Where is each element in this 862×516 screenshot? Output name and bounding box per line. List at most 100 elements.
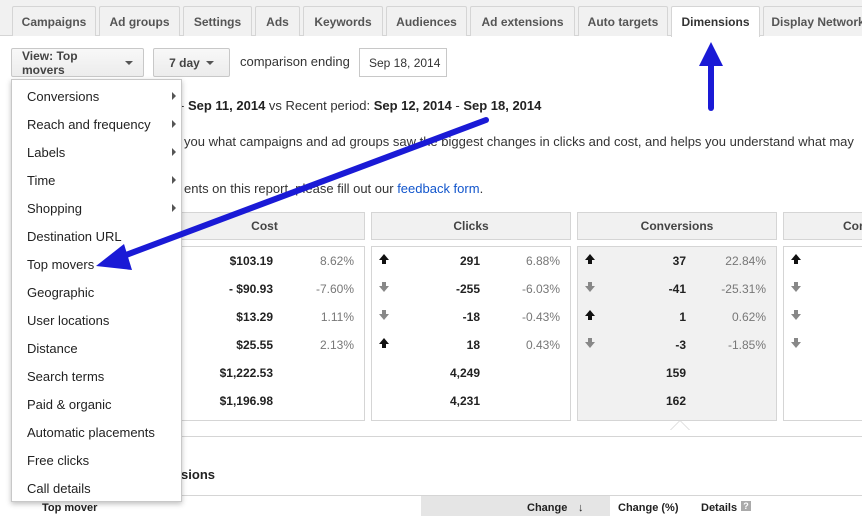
stat-percent: -6.03% [521,282,560,296]
tab-dimensions[interactable]: Dimensions [671,6,760,37]
stat-value: -41 [668,282,686,296]
menu-item-label: Paid & organic [27,396,112,412]
stat-row: 4,231 [372,387,570,415]
menu-item-label: Time [27,172,56,188]
stat-value: 37 [672,254,686,268]
change-pct-header[interactable]: Change (%) [618,502,679,514]
chevron-down-icon [125,60,133,65]
stat-row: $13.29 1.11% [165,303,364,331]
menu-item-free-clicks[interactable]: Free clicks [12,446,181,474]
period-dash: - [451,98,464,113]
menu-item-search-terms[interactable]: Search terms [12,362,181,390]
feedback-form-link[interactable]: feedback form [397,181,479,196]
arrow-down-icon [790,281,802,293]
menu-item-destination-url[interactable]: Destination URL [12,222,181,250]
menu-item-shopping[interactable]: Shopping [12,194,181,222]
tab-ad-groups[interactable]: Ad groups [99,6,180,36]
help-icon[interactable]: ? [741,501,751,511]
recent-period-end: Sep 18, 2014 [463,98,542,113]
view-dropdown-label: View: Top movers [22,48,78,77]
menu-item-label: Distance [27,340,78,356]
stat-percent: -1.85% [727,338,766,352]
arrow-down-icon [378,309,390,321]
clicks-column: 291 6.88% -255 -6.03% -18 -0.43% 18 0.43% 4,249 4… [371,246,571,421]
menu-item-automatic-placements[interactable]: Automatic placements [12,418,181,446]
menu-item-call-details[interactable]: Call details [12,474,181,502]
stat-row: 291 6.88% [372,247,570,275]
menu-item-label: Labels [27,144,66,160]
stat-percent: 2.13% [319,338,354,352]
arrow-up-icon [584,309,596,321]
menu-item-time[interactable]: Time [12,166,181,194]
menu-item-label: Geographic [27,284,95,300]
period-vs-text: vs Recent period: [265,98,374,113]
menu-item-user-locations[interactable]: User locations [12,306,181,334]
details-header[interactable]: Details [701,502,737,514]
report-description: you what campaigns and ad groups saw the… [184,134,854,149]
stat-row: 37 22.84% [578,247,776,275]
divider [180,436,862,437]
tab-keywords[interactable]: Keywords [303,6,383,36]
tab-bar: Campaigns Ad groups Settings Ads Keywords Aud… [0,0,862,37]
menu-item-labels[interactable]: Labels [12,138,181,166]
period-summary: - Sep 11, 2014 vs Recent period: Sep 12,… [180,98,541,113]
stat-value: -255 [455,282,480,296]
sort-desc-icon: ↓ [578,502,584,514]
menu-item-distance[interactable]: Distance [12,334,181,362]
stat-percent: 6.88% [525,254,560,268]
stat-value: 18 [466,338,480,352]
conversions-column-header: Conversions [577,212,777,240]
stat-value: $13.29 [236,310,273,324]
view-dropdown-button[interactable]: View: Top movers [11,48,144,77]
chevron-right-icon [172,148,176,156]
tab-audiences[interactable]: Audiences [386,6,467,36]
tab-display-network[interactable]: Display Network [763,6,862,36]
stat-row: $103.19 8.62% [165,247,364,275]
stat-percent: 22.84% [725,254,766,268]
tab-auto-targets[interactable]: Auto targets [578,6,668,36]
prior-period-end: Sep 11, 2014 [187,98,266,113]
selection-pointer [670,420,690,430]
conversions-column: 37 22.84% -41 -25.31% 1 0.62% -3 -1.85% 159 162 [577,246,777,421]
menu-item-geographic[interactable]: Geographic [12,278,181,306]
menu-item-reach-and-frequency[interactable]: Reach and frequency [12,110,181,138]
date-range-button[interactable]: 7 day [153,48,230,77]
tab-campaigns[interactable]: Campaigns [12,6,96,36]
feedback-prefix: ents on this report, please fill out our [184,181,398,196]
stat-value: - $90.93 [228,282,273,296]
stat-row: - $90.93 -7.60% [165,275,364,303]
stat-row: 1 0.62% [578,303,776,331]
stat-percent: 1.11% [320,310,354,324]
feedback-note: ents on this report, please fill out our… [184,181,483,196]
stat-percent: 8.62% [319,254,354,268]
tab-ads[interactable]: Ads [255,6,300,36]
stat-row [784,275,862,303]
stat-value: $25.55 [236,338,273,352]
stat-value: 1 [679,310,686,324]
stat-row: -255 -6.03% [372,275,570,303]
menu-item-label: Call details [27,480,91,496]
tab-ad-extensions[interactable]: Ad extensions [470,6,575,36]
stat-row: $1,222.53 [165,359,364,387]
menu-item-label: Automatic placements [27,424,155,440]
chevron-right-icon [172,176,176,184]
menu-item-top-movers[interactable]: Top movers [12,250,181,278]
tab-settings[interactable]: Settings [183,6,252,36]
menu-item-label: Shopping [27,200,82,216]
stat-value: 159 [665,366,686,380]
menu-item-label: Free clicks [27,452,90,468]
comparison-date-input[interactable]: Sep 18, 2014 [359,48,447,77]
stat-row: $1,196.98 [165,387,364,415]
stat-row [784,303,862,331]
stat-percent: 0.62% [731,310,766,324]
menu-item-paid-organic[interactable]: Paid & organic [12,390,181,418]
change-header[interactable]: Change [527,502,567,514]
arrow-up-icon [378,253,390,265]
chevron-right-icon [172,92,176,100]
stat-row: $25.55 2.13% [165,331,364,359]
top-mover-header[interactable]: Top mover [42,502,97,514]
cost-column-header: Cost [164,212,365,240]
menu-item-conversions[interactable]: Conversions [12,82,181,110]
stat-row [784,247,862,275]
stat-value: 4,231 [449,394,480,408]
